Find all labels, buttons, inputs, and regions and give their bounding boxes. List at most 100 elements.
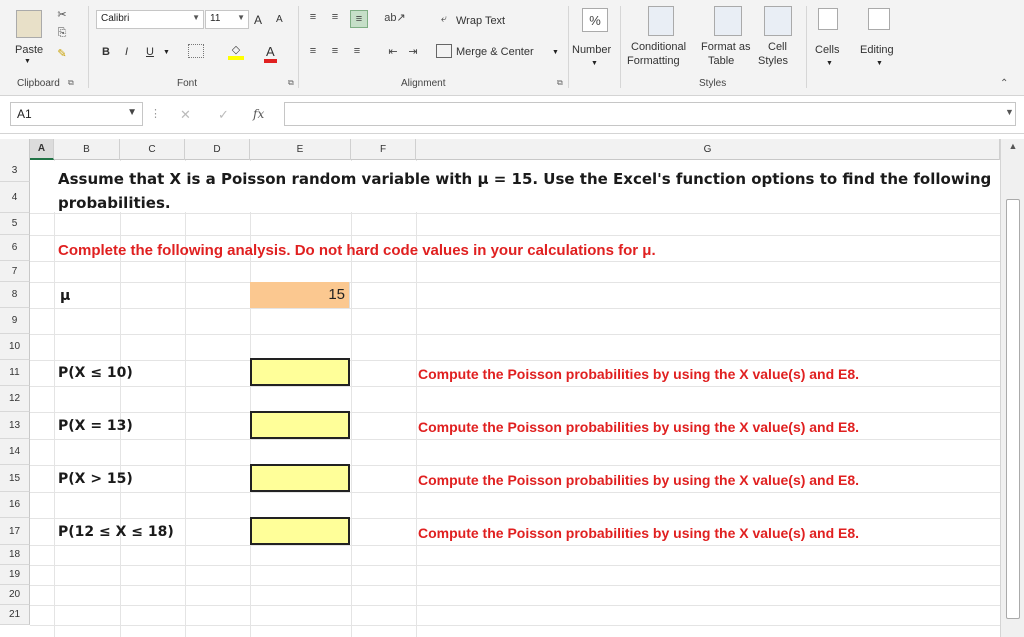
increase-indent-icon[interactable]: ⇥	[406, 44, 420, 58]
row-header-7[interactable]: 7	[0, 261, 30, 282]
cancel-button[interactable]: ✕	[180, 107, 191, 123]
row-header-20[interactable]: 20	[0, 585, 30, 605]
grow-font-button[interactable]: A	[254, 13, 262, 27]
row-header-5[interactable]: 5	[0, 213, 30, 235]
format-painter-icon[interactable]: ✎	[54, 46, 70, 60]
font-launcher-icon[interactable]: ⧉	[288, 78, 294, 88]
column-header-g[interactable]: G	[416, 139, 1000, 160]
editing-dropdown-icon[interactable]: ▼	[876, 60, 883, 67]
align-top-icon[interactable]: ≡	[306, 10, 320, 24]
alignment-launcher-icon[interactable]: ⧉	[557, 78, 563, 88]
cut-icon[interactable]: ✂	[54, 8, 70, 21]
row-header-21[interactable]: 21	[0, 605, 30, 625]
column-header-d[interactable]: D	[185, 139, 250, 160]
wrap-text-button[interactable]: Wrap Text	[456, 15, 505, 27]
conditional-formatting-button[interactable]: Conditional	[631, 41, 686, 53]
align-middle-icon[interactable]: ≡	[328, 10, 342, 24]
font-name-select[interactable]: Calibri ▼	[96, 10, 204, 29]
row-header-13[interactable]: 13	[0, 412, 30, 439]
mu-value-cell[interactable]: 15	[250, 282, 350, 308]
paste-icon[interactable]	[16, 10, 42, 38]
instruction-text: Complete the following analysis. Do not …	[58, 242, 656, 259]
wrap-text-icon: ⤶	[440, 12, 448, 25]
row-header-16[interactable]: 16	[0, 492, 30, 518]
row-header-14[interactable]: 14	[0, 439, 30, 465]
percent-icon[interactable]: %	[582, 8, 608, 32]
copy-icon[interactable]: ⎘	[54, 26, 70, 40]
formula-input[interactable]	[284, 102, 1016, 126]
column-header-f[interactable]: F	[351, 139, 416, 160]
row-header-11[interactable]: 11	[0, 360, 30, 386]
underline-button[interactable]: U	[146, 46, 154, 58]
fill-color-icon[interactable]: ◇	[228, 42, 244, 60]
borders-icon[interactable]	[188, 44, 204, 58]
editing-button[interactable]: Editing	[860, 44, 894, 56]
answer-cell-e15[interactable]	[250, 464, 350, 492]
item-hint-1: Compute the Poisson probabilities by usi…	[418, 366, 860, 382]
editing-icon	[868, 8, 890, 30]
enter-button[interactable]: ✓	[218, 107, 229, 123]
column-header-b[interactable]: B	[54, 139, 120, 160]
clipboard-launcher-icon[interactable]: ⧉	[68, 78, 74, 88]
spreadsheet-grid[interactable]: A B C D E F G 3 4 5 6 7 8 9 10 11 12 13 …	[0, 139, 1000, 637]
cell-styles-button[interactable]: Cell	[768, 41, 787, 53]
align-bottom-icon[interactable]: ≡	[350, 10, 368, 28]
column-header-c[interactable]: C	[120, 139, 185, 160]
row-header-4[interactable]: 4	[0, 182, 30, 213]
number-dropdown-icon[interactable]: ▼	[591, 60, 598, 67]
shrink-font-button[interactable]: A	[276, 14, 283, 25]
row-header-12[interactable]: 12	[0, 386, 30, 412]
ribbon: Paste ▼ ✂ ⎘ ✎ Clipboard ⧉ Calibri ▼ 11 ▼…	[0, 0, 1024, 96]
align-right-icon[interactable]: ≡	[350, 44, 364, 58]
row-header-3[interactable]: 3	[0, 160, 30, 182]
cells-dropdown-icon[interactable]: ▼	[826, 60, 833, 67]
underline-dropdown-icon[interactable]: ▼	[163, 49, 170, 56]
font-color-button[interactable]: A	[264, 44, 277, 63]
item-label-3: P(X > 15)	[58, 471, 133, 487]
row-header-19[interactable]: 19	[0, 565, 30, 585]
bold-button[interactable]: B	[102, 46, 110, 58]
row-header-6[interactable]: 6	[0, 235, 30, 261]
answer-cell-e11[interactable]	[250, 358, 350, 386]
row-header-15[interactable]: 15	[0, 465, 30, 492]
cell-styles-label2: Styles	[758, 55, 788, 67]
merge-dropdown-icon[interactable]: ▼	[552, 49, 559, 56]
answer-cell-e13[interactable]	[250, 411, 350, 439]
row-header-9[interactable]: 9	[0, 308, 30, 334]
formula-bar: A1 ▼ ⋮ ✕ ✓ fx ▼	[0, 96, 1024, 134]
mu-label: μ	[60, 288, 71, 304]
paste-button[interactable]: Paste	[15, 44, 43, 56]
row-header-8[interactable]: 8	[0, 282, 30, 308]
italic-button[interactable]: I	[125, 46, 128, 58]
styles-group-label: Styles	[699, 78, 727, 89]
clipboard-group-label: Clipboard	[17, 78, 60, 89]
merge-center-button[interactable]: Merge & Center	[456, 46, 534, 58]
scroll-thumb[interactable]	[1006, 199, 1020, 619]
insert-function-button[interactable]: fx	[253, 107, 264, 121]
row-header-18[interactable]: 18	[0, 545, 30, 565]
number-format-button[interactable]: Number	[572, 44, 611, 56]
paste-dropdown-icon[interactable]: ▼	[24, 58, 31, 65]
item-hint-3: Compute the Poisson probabilities by usi…	[418, 472, 860, 488]
cell-styles-icon	[764, 6, 792, 36]
vertical-scrollbar[interactable]: ▲	[1000, 139, 1024, 637]
select-all-corner[interactable]	[0, 139, 30, 160]
column-header-e[interactable]: E	[250, 139, 351, 160]
item-hint-2: Compute the Poisson probabilities by usi…	[418, 419, 860, 435]
row-header-17[interactable]: 17	[0, 518, 30, 545]
expand-formula-icon[interactable]: ▼	[1005, 107, 1014, 117]
scroll-up-icon[interactable]: ▲	[1005, 141, 1021, 155]
answer-cell-e17[interactable]	[250, 517, 350, 545]
name-box[interactable]: A1 ▼	[10, 102, 143, 126]
orientation-icon[interactable]: ab↗	[384, 10, 406, 24]
align-center-icon[interactable]: ≡	[328, 44, 342, 58]
column-header-a[interactable]: A	[30, 139, 54, 160]
align-left-icon[interactable]: ≡	[306, 44, 320, 58]
row-header-10[interactable]: 10	[0, 334, 30, 360]
collapse-ribbon-icon[interactable]: ⌃	[1000, 78, 1008, 89]
font-size-select[interactable]: 11 ▼	[205, 10, 249, 29]
format-as-table-button[interactable]: Format as	[701, 41, 751, 53]
decrease-indent-icon[interactable]: ⇤	[386, 44, 400, 58]
cells-button[interactable]: Cells	[815, 44, 839, 56]
cells-icon	[818, 8, 838, 30]
